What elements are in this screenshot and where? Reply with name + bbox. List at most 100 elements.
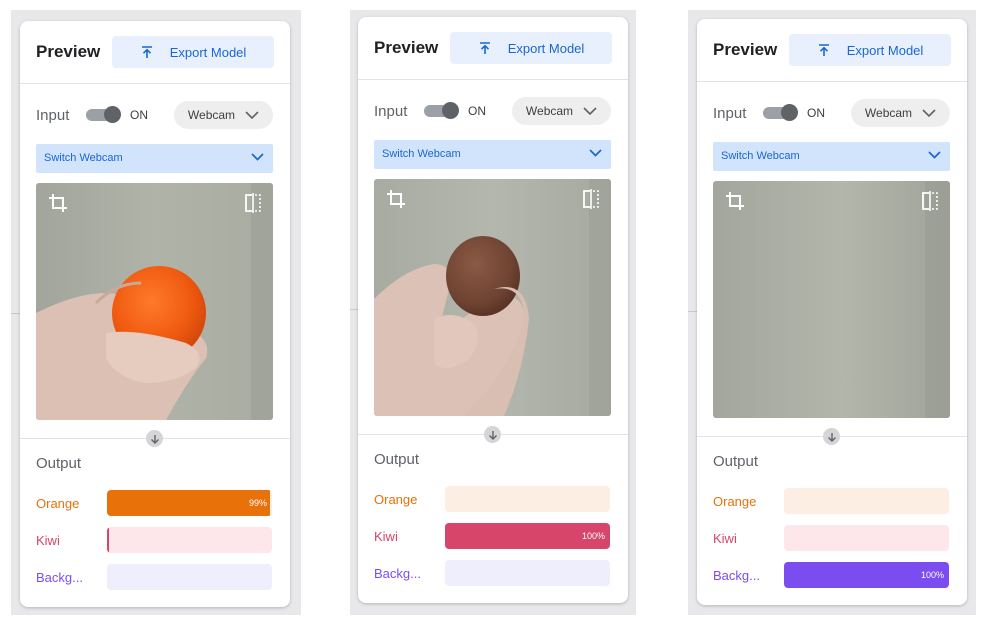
output-title: Output (36, 455, 82, 472)
webcam-image-background (713, 181, 950, 418)
switch-webcam-select[interactable]: Switch Webcam (374, 140, 611, 169)
class-name: Kiwi (713, 531, 737, 546)
class-row-orange: Orange (697, 488, 967, 514)
class-name: Backg... (713, 568, 760, 583)
input-toggle[interactable] (86, 106, 121, 123)
class-row-kiwi: Kiwi (20, 527, 290, 553)
class-name: Backg... (36, 570, 83, 585)
confidence-bar: 99% (107, 490, 272, 516)
webcam-image-orange (36, 183, 273, 420)
switch-webcam-label: Switch Webcam (721, 150, 800, 162)
confidence-percent: 100% (581, 531, 605, 541)
confidence-percent: 99% (248, 498, 267, 508)
class-row-kiwi: Kiwi (697, 525, 967, 551)
preview-header: Preview Export Model (20, 21, 290, 84)
class-row-orange: Orange 99% (20, 490, 290, 516)
class-name: Orange (36, 496, 80, 511)
output-title: Output (374, 451, 420, 468)
export-model-label: Export Model (507, 40, 585, 56)
preview-card-2: Preview Export Model Input ON Webcam Swi… (358, 17, 628, 603)
switch-webcam-label: Switch Webcam (382, 148, 461, 160)
arrow-down-icon (150, 434, 159, 444)
crop-icon[interactable] (48, 193, 68, 213)
class-name: Kiwi (374, 529, 398, 544)
chevron-down-icon (583, 107, 597, 115)
confidence-percent: 100% (920, 570, 944, 580)
chevron-down-icon (928, 151, 941, 159)
preview-title: Preview (713, 40, 778, 59)
flip-icon[interactable] (921, 191, 939, 211)
confidence-bar: 100% (784, 562, 949, 588)
preview-card-1: Preview Export Model Input ON Webcam Swi… (20, 21, 290, 607)
confidence-bar (107, 527, 272, 553)
input-label: Input (36, 107, 70, 124)
chevron-down-icon (251, 153, 264, 161)
toggle-state-label: ON (468, 104, 486, 118)
class-row-background: Backg... (20, 564, 290, 590)
input-row: Input ON Webcam (20, 101, 290, 131)
input-source-value: Webcam (187, 108, 236, 122)
arrow-down-icon (827, 432, 836, 442)
flip-icon[interactable] (582, 189, 600, 209)
input-label: Input (713, 105, 747, 122)
preview-header: Preview Export Model (697, 19, 967, 82)
preview-title: Preview (374, 38, 439, 57)
chevron-down-icon (922, 109, 936, 117)
export-model-label: Export Model (169, 44, 247, 60)
toggle-state-label: ON (130, 108, 148, 122)
input-toggle[interactable] (424, 102, 459, 119)
upload-icon (818, 44, 829, 56)
input-row: Input ON Webcam (697, 99, 967, 129)
webcam-feed (374, 179, 611, 416)
class-row-orange: Orange (358, 486, 628, 512)
export-model-button[interactable]: Export Model (112, 36, 274, 68)
upload-icon (479, 42, 490, 54)
switch-webcam-select[interactable]: Switch Webcam (36, 144, 273, 173)
export-model-label: Export Model (846, 42, 924, 58)
webcam-feed (713, 181, 950, 418)
confidence-bar (107, 564, 272, 590)
input-label: Input (374, 103, 408, 120)
export-model-button[interactable]: Export Model (789, 34, 951, 66)
class-row-background: Backg... 100% (697, 562, 967, 588)
confidence-bar: 100% (445, 523, 610, 549)
output-title: Output (713, 453, 759, 470)
input-row: Input ON Webcam (358, 97, 628, 127)
crop-icon[interactable] (386, 189, 406, 209)
preview-card-3: Preview Export Model Input ON Webcam Swi… (697, 19, 967, 605)
input-source-value: Webcam (864, 106, 913, 120)
preview-header: Preview Export Model (358, 17, 628, 80)
confidence-fill (107, 490, 271, 516)
chevron-down-icon (589, 149, 602, 157)
flip-icon[interactable] (244, 193, 262, 213)
webcam-feed (36, 183, 273, 420)
confidence-fill (107, 527, 109, 553)
webcam-image-kiwi (374, 179, 611, 416)
arrow-down-connector (146, 430, 163, 447)
arrow-down-connector (484, 426, 501, 443)
input-source-dropdown[interactable]: Webcam (851, 99, 950, 127)
export-model-button[interactable]: Export Model (450, 32, 612, 64)
toggle-state-label: ON (807, 106, 825, 120)
confidence-bar (445, 560, 610, 586)
preview-title: Preview (36, 42, 101, 61)
arrow-down-icon (488, 430, 497, 440)
confidence-bar (445, 486, 610, 512)
input-source-dropdown[interactable]: Webcam (174, 101, 273, 129)
upload-icon (141, 46, 152, 58)
input-toggle[interactable] (763, 104, 798, 121)
class-row-background: Backg... (358, 560, 628, 586)
class-name: Orange (713, 494, 757, 509)
switch-webcam-select[interactable]: Switch Webcam (713, 142, 950, 171)
class-name: Orange (374, 492, 418, 507)
switch-webcam-label: Switch Webcam (44, 152, 123, 164)
crop-icon[interactable] (725, 191, 745, 211)
input-source-dropdown[interactable]: Webcam (512, 97, 611, 125)
class-row-kiwi: Kiwi 100% (358, 523, 628, 549)
confidence-bar (784, 488, 949, 514)
confidence-bar (784, 525, 949, 551)
arrow-down-connector (823, 428, 840, 445)
class-name: Kiwi (36, 533, 60, 548)
chevron-down-icon (245, 111, 259, 119)
class-name: Backg... (374, 566, 421, 581)
